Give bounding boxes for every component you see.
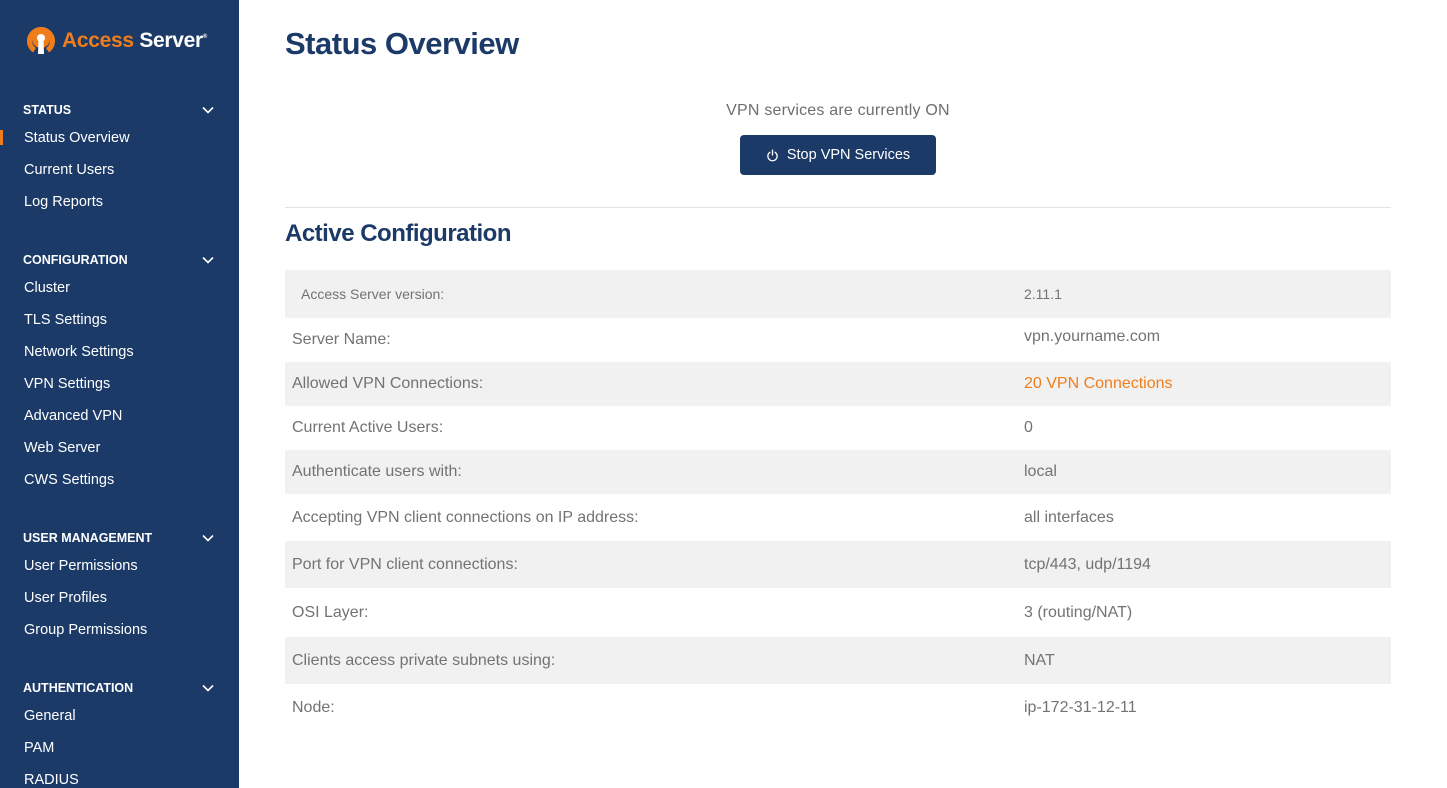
logo[interactable]: Access Server® [25, 26, 207, 56]
config-value: 3 (routing/NAT) [1024, 603, 1133, 621]
sidebar-section-user-management: USER MANAGEMENT User Permissions User Pr… [0, 528, 239, 646]
config-row-ip-address: Accepting VPN client connections on IP a… [285, 494, 1391, 541]
power-icon [767, 148, 778, 161]
sidebar-item-user-profiles[interactable]: User Profiles [0, 582, 239, 614]
logo-brand-first: Access [62, 29, 134, 52]
config-label: Node: [292, 698, 335, 716]
sidebar-section-authentication: AUTHENTICATION General PAM RADIUS [0, 678, 239, 788]
keyhole-logo-icon [26, 26, 56, 54]
vpn-connections-link[interactable]: 20 VPN Connections [1024, 375, 1173, 393]
sidebar-item-status-overview[interactable]: Status Overview [0, 122, 239, 154]
section-header-status[interactable]: STATUS [0, 100, 239, 120]
config-label: Accepting VPN client connections on IP a… [292, 508, 639, 526]
config-label: Clients access private subnets using: [292, 651, 556, 669]
section-header-user-management[interactable]: USER MANAGEMENT [0, 528, 239, 548]
config-value: ip-172-31-12-11 [1024, 698, 1137, 716]
section-header-authentication[interactable]: AUTHENTICATION [0, 678, 239, 698]
sidebar-item-tls-settings[interactable]: TLS Settings [0, 304, 239, 336]
sidebar-item-current-users[interactable]: Current Users [0, 154, 239, 186]
active-configuration-title: Active Configuration [285, 220, 512, 247]
config-label: Current Active Users: [292, 419, 444, 436]
config-row-version: Access Server version: 2.11.1 [285, 270, 1391, 318]
config-label: Server Name: [292, 331, 391, 348]
config-label: Access Server version: [301, 286, 445, 302]
registered-mark: ® [202, 34, 208, 40]
sidebar-item-cws-settings[interactable]: CWS Settings [0, 464, 239, 496]
config-value: all interfaces [1024, 508, 1114, 526]
config-value: 2.11.1 [1024, 286, 1062, 302]
config-row-active-users: Current Active Users: 0 [285, 406, 1391, 450]
config-label: OSI Layer: [292, 603, 369, 621]
sidebar-item-general[interactable]: General [0, 700, 239, 732]
config-value: tcp/443, udp/1194 [1024, 555, 1151, 573]
vpn-status-text: VPN services are currently ON [726, 102, 950, 119]
sidebar-item-user-permissions[interactable]: User Permissions [0, 550, 239, 582]
config-row-port: Port for VPN client connections: tcp/443… [285, 541, 1391, 588]
chevron-down-icon [202, 534, 214, 542]
sidebar: Access Server® STATUS Status Overview Cu… [0, 0, 239, 788]
page-title: Status Overview [285, 26, 519, 61]
logo-brand-second: Server [139, 29, 203, 52]
sidebar-item-vpn-settings[interactable]: VPN Settings [0, 368, 239, 400]
sidebar-item-network-settings[interactable]: Network Settings [0, 336, 239, 368]
config-label: Port for VPN client connections: [292, 555, 518, 573]
chevron-down-icon [202, 684, 214, 692]
config-label: Authenticate users with: [292, 463, 462, 480]
config-value: NAT [1024, 651, 1055, 669]
config-value: 0 [1024, 419, 1033, 436]
section-header-configuration[interactable]: CONFIGURATION [0, 250, 239, 270]
config-value: local [1024, 463, 1057, 480]
config-row-allowed-connections: Allowed VPN Connections: 20 VPN Connecti… [285, 362, 1391, 406]
config-value: vpn.yourname.com [1024, 328, 1161, 345]
sidebar-item-advanced-vpn[interactable]: Advanced VPN [0, 400, 239, 432]
sidebar-item-pam[interactable]: PAM [0, 732, 239, 764]
divider [285, 207, 1391, 208]
config-row-server-name: Server Name: vpn.yourname.com [285, 318, 1391, 362]
sidebar-item-cluster[interactable]: Cluster [0, 272, 239, 304]
sidebar-item-web-server[interactable]: Web Server [0, 432, 239, 464]
sidebar-item-group-permissions[interactable]: Group Permissions [0, 614, 239, 646]
config-row-node: Node: ip-172-31-12-11 [285, 684, 1391, 731]
stop-vpn-services-button[interactable]: Stop VPN Services [740, 135, 936, 175]
sidebar-section-configuration: CONFIGURATION Cluster TLS Settings Netwo… [0, 250, 239, 496]
config-row-osi-layer: OSI Layer: 3 (routing/NAT) [285, 588, 1391, 637]
config-table: Access Server version: 2.11.1 Server Nam… [285, 270, 1391, 731]
config-row-private-subnets: Clients access private subnets using: NA… [285, 637, 1391, 684]
stop-button-label: Stop VPN Services [786, 147, 911, 163]
sidebar-item-log-reports[interactable]: Log Reports [0, 186, 239, 218]
config-label: Allowed VPN Connections: [292, 375, 484, 392]
chevron-down-icon [202, 256, 214, 264]
config-row-auth: Authenticate users with: local [285, 450, 1391, 494]
chevron-down-icon [202, 106, 214, 114]
sidebar-section-status: STATUS Status Overview Current Users Log… [0, 100, 239, 218]
sidebar-item-radius[interactable]: RADIUS [0, 764, 239, 788]
